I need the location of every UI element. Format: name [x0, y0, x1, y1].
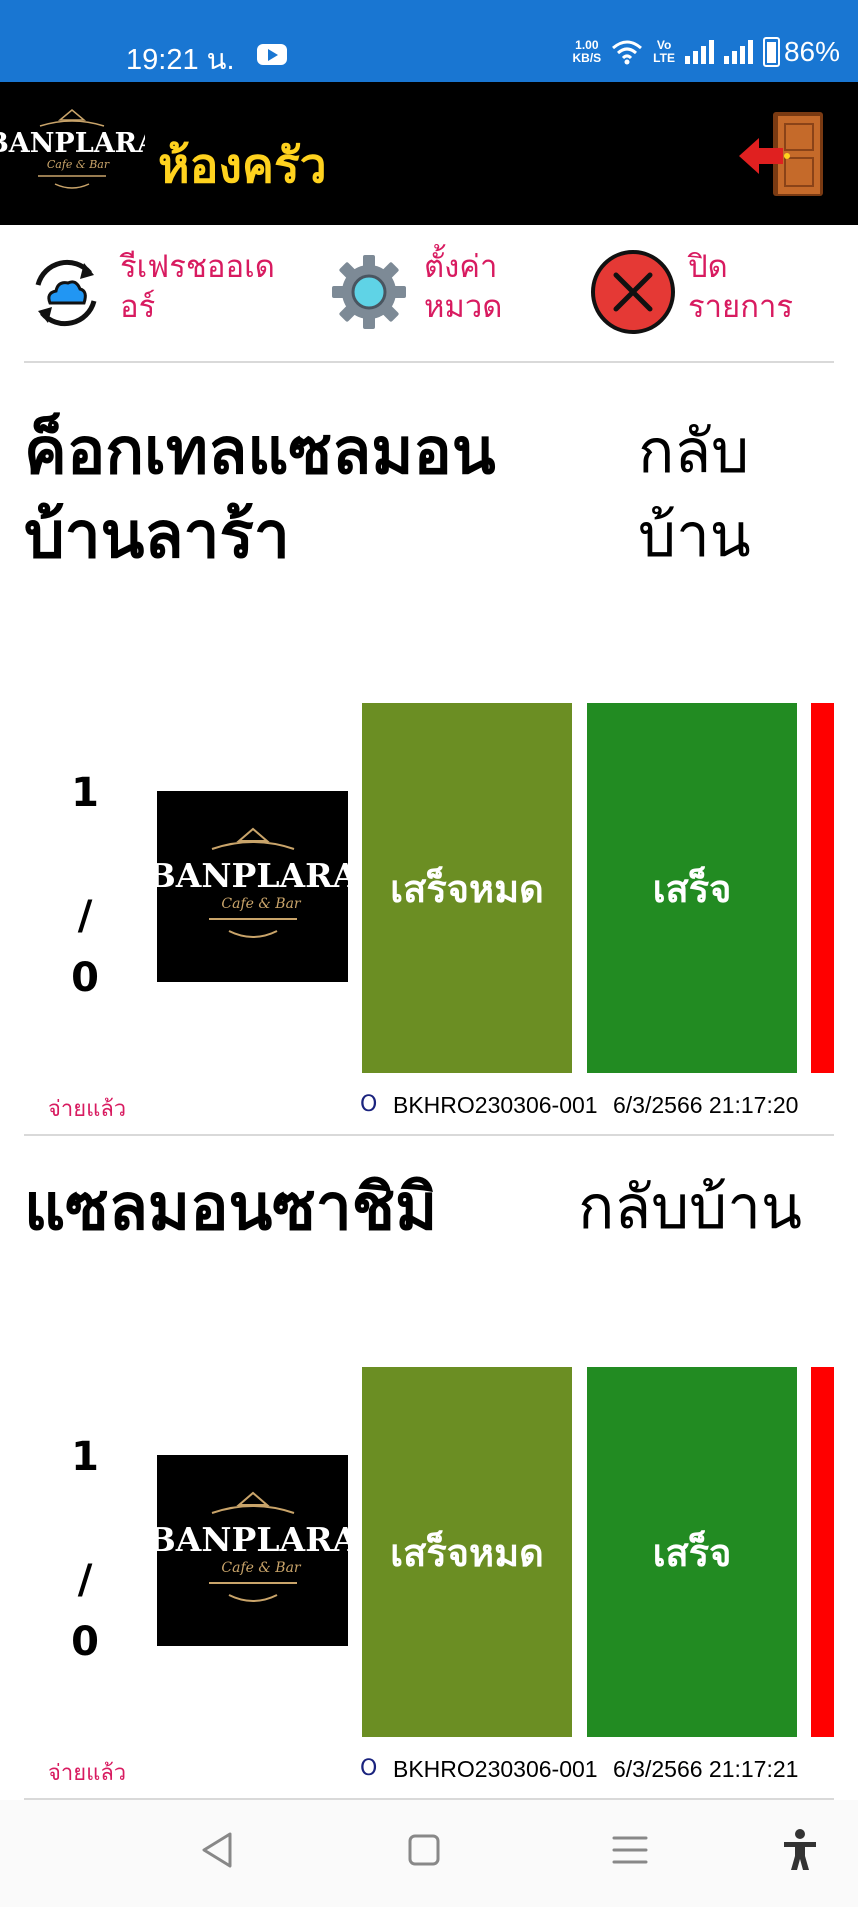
battery-icon [762, 37, 780, 67]
refresh-orders-label: รีเฟรชออเดอร์ [120, 249, 275, 325]
order-type-mark: O [360, 1756, 378, 1781]
gear-icon [332, 255, 406, 329]
paid-status: จ่ายแล้ว [48, 1097, 127, 1122]
thumbnail-logo-text: BANPLARA [157, 856, 348, 895]
qty-separator: / [77, 1557, 93, 1603]
qty-separator: / [77, 893, 93, 939]
order-time: 6/3/2566 21:17:21 [613, 1756, 799, 1782]
system-nav-bar [0, 1800, 858, 1907]
logo-sub-text: Cafe & Bar [47, 158, 110, 171]
thumbnail-logo-text: BANPLARA [157, 1520, 348, 1559]
item-name: ค็อกเทลแซลมอนบ้านลาร้า [24, 415, 496, 573]
signal-icon-sim1 [684, 40, 714, 64]
qty-done: 1 [71, 1434, 99, 1480]
back-icon[interactable] [198, 1828, 238, 1872]
order-time: 6/3/2566 21:17:20 [613, 1092, 799, 1118]
banplara-logo: BANPLARA Cafe & Bar [0, 109, 145, 189]
app-bar: BANPLARA Cafe & Bar ห้องครัว [0, 82, 858, 225]
logo-text: BANPLARA [0, 128, 145, 159]
item-note: กลับบ้าน [638, 417, 751, 571]
volte-line2: LTE [653, 51, 675, 65]
signal-icon-sim2 [723, 40, 753, 64]
page-title: ห้องครัว [158, 138, 327, 194]
network-speed: 1.00 KB/S [573, 39, 602, 65]
home-icon[interactable] [404, 1828, 444, 1872]
order-divider [24, 1134, 834, 1136]
cloud-refresh-icon [35, 259, 97, 327]
battery-level: 86% [783, 36, 840, 67]
thumbnail-logo-sub: Cafe & Bar [221, 1560, 302, 1576]
status-indicators: 1.00 KB/S Vo LTE 86% [573, 36, 840, 68]
finish-all-button[interactable]: เสร็จหมด [362, 1367, 572, 1737]
paid-status: จ่ายแล้ว [48, 1761, 127, 1786]
category-settings-label: ตั้งค่าหมวด [424, 249, 503, 325]
volte-line1: Vo [656, 38, 672, 52]
close-icon [591, 250, 675, 334]
refresh-orders-button[interactable]: รีเฟรชออเดอร์ [24, 247, 314, 337]
status-bar: 19:21 น. 1.00 KB/S Vo LTE 86% [0, 0, 858, 82]
finish-button[interactable]: เสร็จ [587, 1367, 797, 1737]
network-speed-value: 1.00 [575, 38, 599, 52]
order-id: BKHRO230306-001 [393, 1756, 598, 1782]
item-thumbnail: BANPLARA Cafe & Bar [157, 791, 348, 982]
qty-total: 0 [71, 1619, 99, 1665]
qty-done: 1 [71, 770, 99, 816]
order-type-mark: O [360, 1092, 378, 1117]
recents-menu-icon[interactable] [610, 1828, 650, 1872]
cancel-button[interactable] [811, 1367, 834, 1737]
category-settings-button[interactable]: ตั้งค่าหมวด [330, 247, 550, 337]
toolbar-divider [24, 361, 834, 363]
thumbnail-logo-sub: Cafe & Bar [221, 896, 302, 912]
volte-icon: Vo LTE [653, 39, 675, 65]
network-speed-unit: KB/S [572, 51, 602, 65]
finish-button[interactable]: เสร็จ [587, 703, 797, 1073]
qty-total: 0 [71, 955, 99, 1001]
item-thumbnail: BANPLARA Cafe & Bar [157, 1455, 348, 1646]
status-time: 19:21 น. [126, 44, 235, 76]
cancel-button[interactable] [811, 703, 834, 1073]
wifi-icon [612, 40, 643, 65]
exit-door-icon[interactable] [735, 104, 835, 204]
item-name: แซลมอนซาชิมิ [24, 1171, 438, 1245]
toolbar: รีเฟรชออเดอร์ ตั้งค่าหมวด ปิดรายการ [0, 225, 858, 361]
close-list-label: ปิดรายการ [688, 249, 794, 325]
youtube-notification-icon [257, 44, 287, 65]
close-list-button[interactable]: ปิดรายการ [588, 247, 838, 337]
finish-all-button[interactable]: เสร็จหมด [362, 703, 572, 1073]
accessibility-icon[interactable] [780, 1828, 820, 1872]
order-id: BKHRO230306-001 [393, 1092, 598, 1118]
item-note: กลับบ้าน [578, 1173, 802, 1243]
